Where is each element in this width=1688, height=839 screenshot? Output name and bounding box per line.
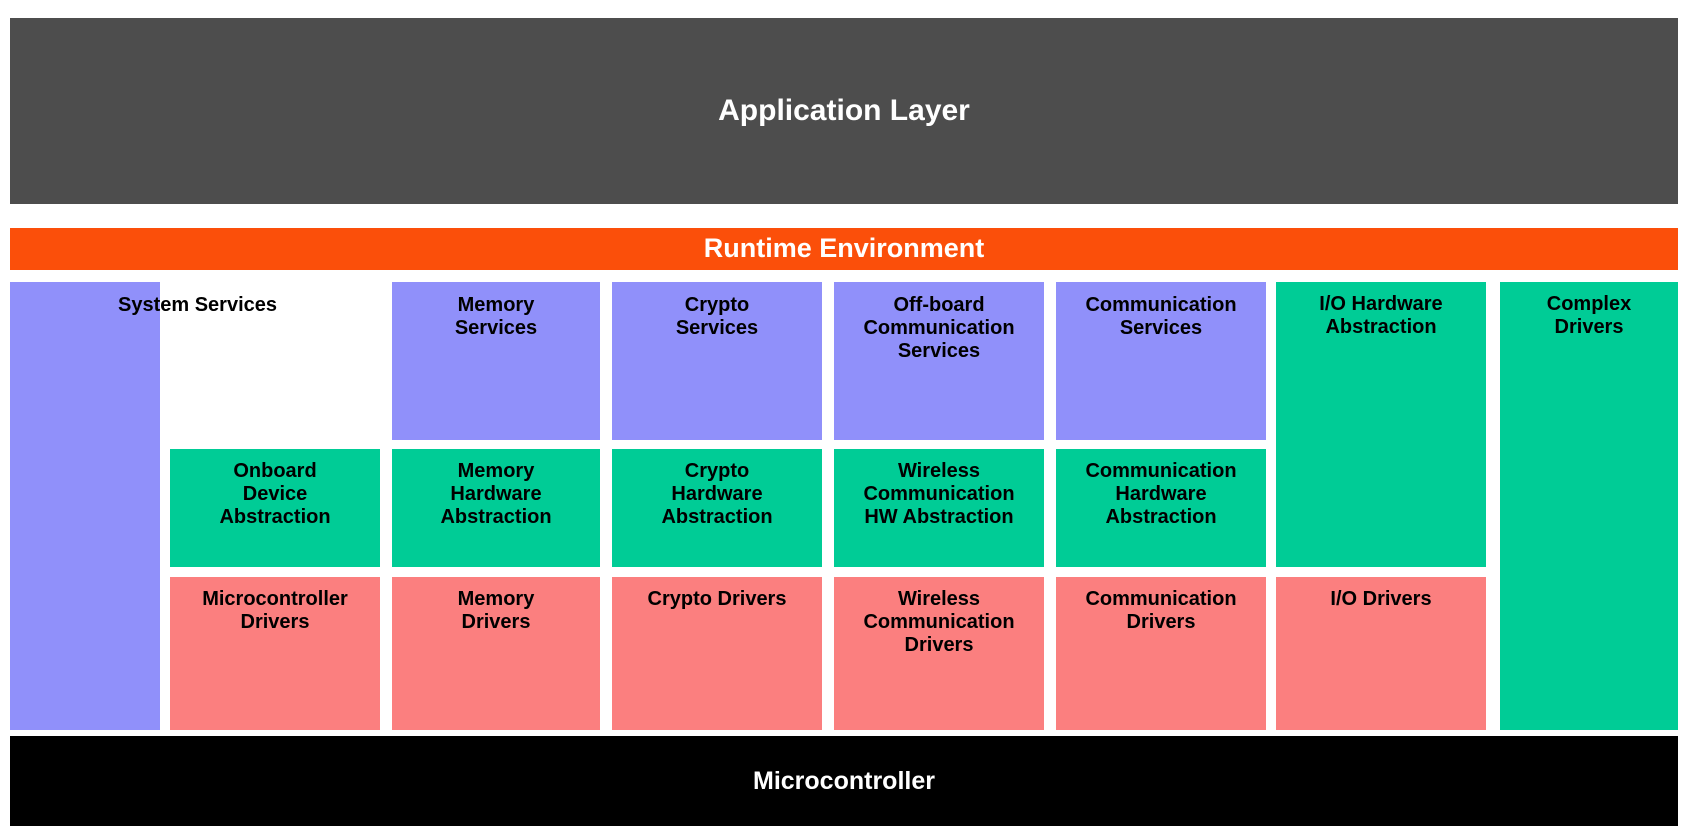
block-system-services: System Services: [10, 282, 277, 730]
block-system-services-label: System Services: [117, 294, 277, 316]
block-io-hardware-abstraction: I/O Hardware Abstraction: [1276, 282, 1486, 567]
block-crypto-hardware-abstraction: Crypto Hardware Abstraction: [612, 449, 822, 567]
block-communication-services: Communication Services: [1056, 282, 1266, 440]
block-crypto-drivers: Crypto Drivers: [612, 577, 822, 730]
block-microcontroller-drivers: Microcontroller Drivers: [170, 577, 380, 730]
block-complex-drivers: Complex Drivers: [1500, 282, 1678, 730]
block-crypto-services: Crypto Services: [612, 282, 822, 440]
block-memory-drivers: Memory Drivers: [392, 577, 600, 730]
application-layer-block: Application Layer: [10, 18, 1678, 204]
autosar-layered-architecture-diagram: Application Layer Runtime Environment Sy…: [0, 0, 1688, 839]
block-io-hardware-abstraction-label: I/O Hardware Abstraction: [1319, 293, 1443, 338]
microcontroller-block: Microcontroller: [10, 736, 1678, 826]
block-onboard-device-abstraction: Onboard Device Abstraction: [170, 449, 380, 567]
block-memory-hardware-abstraction: Memory Hardware Abstraction: [392, 449, 600, 567]
block-wireless-communication-drivers: Wireless Communication Drivers: [834, 577, 1044, 730]
block-memory-services: Memory Services: [392, 282, 600, 440]
block-io-drivers: I/O Drivers: [1276, 577, 1486, 730]
block-communication-hardware-abstraction: Communication Hardware Abstraction: [1056, 449, 1266, 567]
block-communication-drivers: Communication Drivers: [1056, 577, 1266, 730]
block-wireless-communication-hw-abstraction: Wireless Communication HW Abstraction: [834, 449, 1044, 567]
block-offboard-communication-services: Off-board Communication Services: [834, 282, 1044, 440]
block-complex-drivers-label: Complex Drivers: [1546, 293, 1632, 338]
runtime-environment-block: Runtime Environment: [10, 228, 1678, 270]
